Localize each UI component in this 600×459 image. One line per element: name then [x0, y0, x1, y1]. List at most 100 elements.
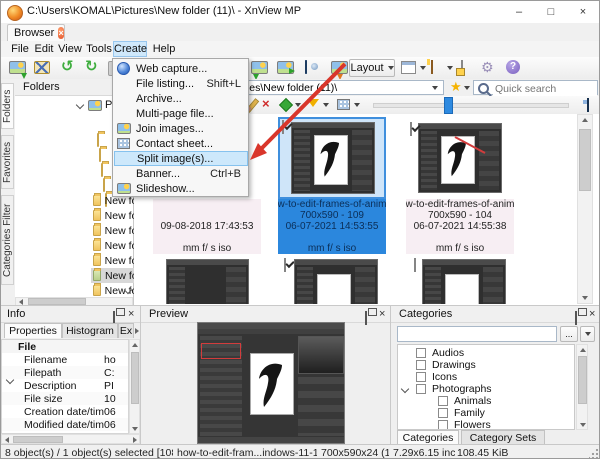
address-dropdown-icon[interactable] [432, 86, 438, 90]
view-mode-dropdown-icon[interactable] [354, 103, 360, 107]
checkbox-unchecked[interactable] [416, 384, 426, 394]
expand-chevron-icon[interactable] [75, 100, 85, 110]
layout-button[interactable]: Layout [349, 59, 395, 77]
tab-close-icon[interactable]: × [58, 27, 64, 39]
scroll-up-icon[interactable] [582, 118, 588, 122]
thumbnail-checkbox-unchecked[interactable] [414, 258, 416, 272]
copy-to-icon[interactable] [251, 61, 268, 74]
browser-tab[interactable]: Browser × [7, 24, 65, 41]
scroll-up-icon[interactable] [132, 343, 138, 347]
checkbox-unchecked[interactable] [416, 360, 426, 370]
sidebar-tab-categories-filter[interactable]: Categories Filter [1, 195, 14, 285]
filter-funnel-icon[interactable] [307, 99, 319, 107]
float-panel-icon[interactable] [575, 311, 577, 325]
scroll-up-icon[interactable] [580, 348, 586, 352]
thumbnails-v-scrollbar[interactable] [577, 114, 593, 304]
thumbnail-image[interactable] [166, 259, 249, 304]
category-row[interactable]: Flowers [398, 419, 574, 429]
color-label-dropdown-icon[interactable] [295, 103, 301, 107]
folder-icon[interactable] [101, 163, 103, 177]
rotate-left-icon[interactable]: ↺ [61, 59, 74, 75]
export-image-icon[interactable] [331, 61, 348, 74]
menu-item-slideshow[interactable]: Slideshow... [114, 181, 248, 196]
rotate-right-icon[interactable]: ↻ [85, 59, 98, 75]
menu-item-archive[interactable]: Archive... [114, 91, 248, 106]
search-input[interactable] [493, 81, 597, 96]
category-row[interactable]: Icons [398, 371, 574, 383]
filter-dropdown-icon[interactable] [323, 103, 329, 107]
scroll-thumb[interactable] [13, 436, 63, 443]
scroll-left-icon[interactable] [5, 437, 9, 443]
thumbnail-checkbox-checked[interactable] [282, 120, 284, 134]
menu-item-split-images[interactable]: Split image(s)... [114, 151, 248, 166]
favorites-dropdown-icon[interactable] [464, 86, 470, 90]
categories-v-scrollbar[interactable] [576, 344, 588, 430]
thumbnail-selected[interactable] [278, 117, 386, 199]
menu-item-banner[interactable]: Banner... Ctrl+B [114, 166, 248, 181]
folder-row[interactable]: New folder (7 [93, 208, 134, 223]
property-row[interactable]: Creation date/time 06 [2, 405, 128, 418]
thumbnail-image[interactable] [291, 122, 375, 194]
menu-item-web-capture[interactable]: Web capture... [114, 61, 248, 76]
thumbnail-size-slider-track[interactable] [373, 103, 569, 108]
close-panel-icon[interactable]: × [128, 309, 134, 320]
thumbnail-checkbox-checked[interactable] [410, 122, 412, 136]
scroll-down-icon[interactable] [580, 423, 586, 427]
category-row[interactable]: Audios [398, 347, 574, 359]
folder-icon[interactable] [99, 148, 101, 162]
folder-icon[interactable] [103, 178, 105, 192]
tab-histogram[interactable]: Histogram [62, 323, 118, 338]
scroll-right-icon[interactable] [133, 437, 137, 443]
thumbnail-image[interactable] [418, 123, 502, 193]
folder-row[interactable]: New folder (9 [93, 238, 134, 253]
group-row-file[interactable]: File [2, 340, 128, 385]
bookmark-icon[interactable] [431, 60, 433, 74]
favorites-star-icon[interactable]: ★ [450, 79, 462, 94]
scroll-thumb[interactable] [28, 298, 86, 305]
sort-dropdown-icon[interactable] [420, 66, 426, 70]
capture-icon[interactable] [305, 60, 307, 74]
minimize-button[interactable]: – [503, 2, 535, 22]
checkbox-unchecked[interactable] [416, 372, 426, 382]
menu-file[interactable]: File [9, 41, 31, 57]
menu-view[interactable]: View [57, 41, 83, 57]
tab-categories[interactable]: Categories [397, 430, 459, 445]
category-row[interactable]: Family [398, 407, 574, 419]
expand-chevron-icon[interactable] [400, 384, 410, 394]
checkbox-unchecked[interactable] [438, 420, 448, 429]
menu-tools[interactable]: Tools [85, 41, 113, 57]
folder-icon[interactable] [97, 133, 99, 147]
close-button[interactable]: × [567, 2, 599, 22]
sort-icon[interactable] [401, 61, 416, 74]
folder-row-selected[interactable]: New folder (1 [91, 268, 136, 283]
category-filter-input[interactable] [397, 326, 557, 342]
close-panel-icon[interactable]: × [589, 309, 595, 320]
maximize-button[interactable]: □ [535, 2, 567, 22]
tab-exif[interactable]: Ex [118, 323, 134, 338]
property-row[interactable]: Filename ho [2, 353, 128, 366]
view-mode-icon[interactable] [337, 99, 350, 110]
color-label-icon[interactable] [278, 97, 294, 113]
category-more-button[interactable]: ... [560, 326, 578, 342]
tab-category-sets[interactable]: Category Sets [461, 430, 545, 445]
info-v-scrollbar[interactable] [129, 339, 140, 434]
folder-row[interactable]: New folder (1 [93, 253, 134, 268]
batch-rename-icon[interactable] [461, 60, 463, 74]
checkbox-unchecked[interactable] [438, 396, 448, 406]
property-row[interactable]: File size 10 [2, 392, 128, 405]
thumbnail-image[interactable] [294, 259, 378, 304]
tab-properties[interactable]: Properties [4, 323, 62, 338]
scroll-thumb[interactable] [578, 356, 587, 404]
category-row[interactable]: Drawings [398, 359, 574, 371]
menu-item-contact-sheet[interactable]: Contact sheet... [114, 136, 248, 151]
sidebar-tab-folders[interactable]: Folders [1, 83, 14, 129]
menu-create[interactable]: Create [113, 41, 147, 57]
scroll-down-icon[interactable] [132, 427, 138, 431]
tab-scroll-right-icon[interactable] [135, 328, 139, 334]
resize-grip[interactable] [589, 449, 598, 458]
fullscreen-icon[interactable] [34, 61, 50, 74]
property-row[interactable]: Modified date/time 06 [2, 418, 128, 431]
info-h-scrollbar[interactable] [1, 434, 140, 444]
sidebar-tab-favorites[interactable]: Favorites [1, 135, 14, 189]
category-row[interactable]: Photographs [398, 383, 574, 395]
